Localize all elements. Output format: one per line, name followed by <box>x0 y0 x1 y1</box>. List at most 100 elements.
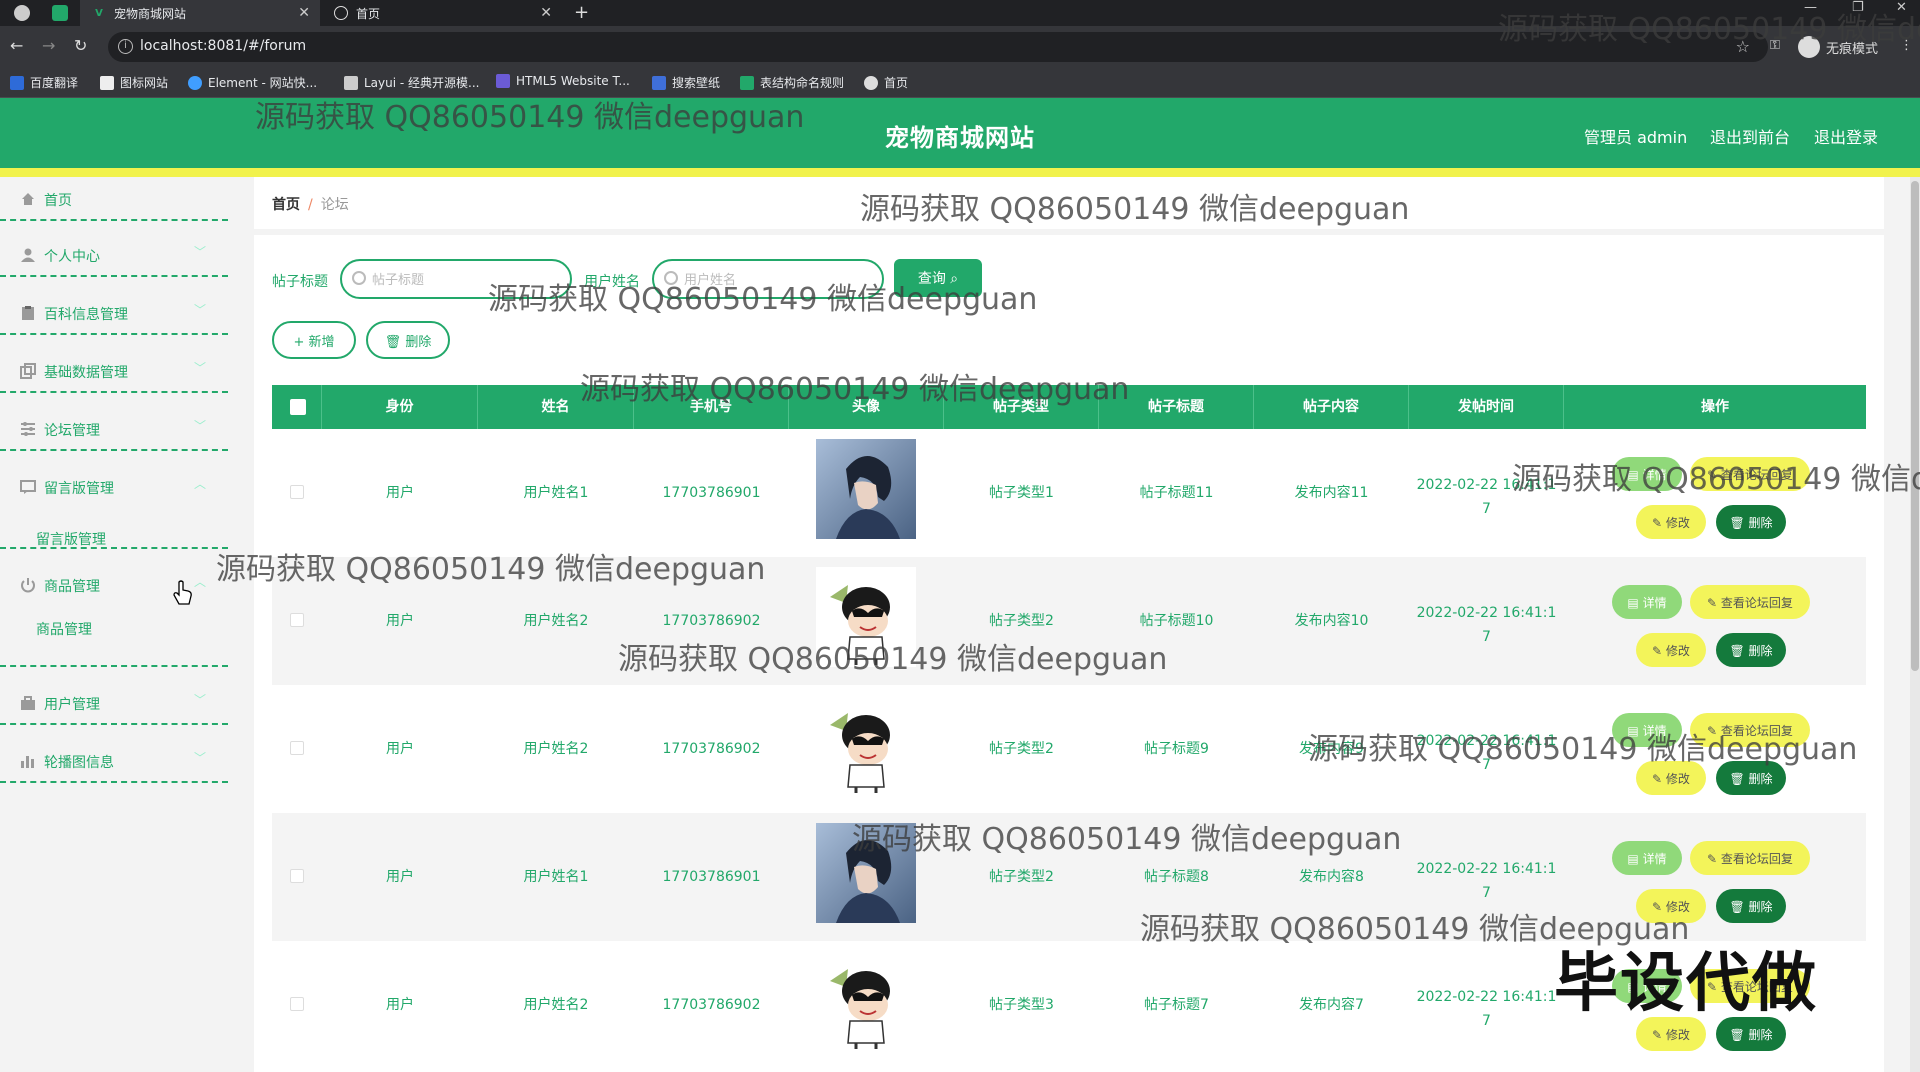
detail-button[interactable]: ▤ 详情 <box>1612 585 1682 619</box>
cell-phone: 17703786901 <box>662 485 761 501</box>
url-text[interactable]: localhost:8081/#/forum <box>140 38 306 54</box>
bookmark-element[interactable]: Element - 网站快... <box>188 74 317 91</box>
chevron-up-icon: ︿ <box>193 477 206 491</box>
bookmark-star-icon[interactable]: ☆ <box>1736 37 1750 56</box>
edit-button[interactable]: ✎ 修改 <box>1636 505 1706 539</box>
bookmark-wallpaper[interactable]: 搜索壁纸 <box>652 74 720 91</box>
sidebar-item-carousel[interactable]: 轮播图信息 ﹀ <box>0 739 228 783</box>
cell-post-title: 帖子标题10 <box>1139 613 1214 629</box>
bookmark-layui[interactable]: Layui - 经典开源模... <box>344 74 479 91</box>
forward-arrow-icon[interactable]: → <box>42 36 55 55</box>
add-button[interactable]: + 新增 <box>272 321 356 359</box>
view-replies-button[interactable]: ✎ 查看论坛回复 <box>1690 713 1810 747</box>
logout-link[interactable]: 退出登录 <box>1814 124 1878 148</box>
view-replies-button[interactable]: ✎ 查看论坛回复 <box>1690 457 1810 491</box>
key-icon[interactable]: ⚿ <box>1770 38 1780 53</box>
cell-post-content: 发布内容10 <box>1294 613 1369 629</box>
row-checkbox[interactable] <box>290 485 304 499</box>
info-icon[interactable]: i <box>118 39 133 54</box>
sidebar-item-users[interactable]: 用户管理 ﹀ <box>0 681 228 725</box>
row-checkbox[interactable] <box>290 997 304 1011</box>
delete-button[interactable]: 🗑 删除 <box>1716 633 1786 667</box>
header-post-content: 帖子内容 <box>1254 385 1409 429</box>
breadcrumb: 首页 / 论坛 <box>254 177 1884 229</box>
search-button[interactable]: 查询 ⌕ <box>894 259 982 297</box>
sidebar-item-forum[interactable]: 论坛管理 ﹀ <box>0 407 228 451</box>
sidebar-item-basic-data[interactable]: 基础数据管理 ﹀ <box>0 349 228 393</box>
user-name-input-wrap[interactable] <box>652 259 884 299</box>
delete-button[interactable]: 🗑 删除 <box>1716 889 1786 923</box>
bookmark-baidu-fanyi[interactable]: 百度翻译 <box>10 74 78 91</box>
detail-button[interactable]: ▤ 详情 <box>1612 457 1682 491</box>
submenu-products[interactable]: 商品管理 <box>36 619 92 639</box>
minimize-icon[interactable]: — <box>1804 0 1817 15</box>
close-icon[interactable]: ✕ <box>540 5 552 21</box>
restore-icon[interactable]: ❐ <box>1852 0 1864 15</box>
user-name-label: 用户姓名 <box>584 274 640 290</box>
edit-button[interactable]: ✎ 修改 <box>1636 633 1706 667</box>
post-time-line2: 7 <box>1482 885 1491 901</box>
post-title-input-wrap[interactable] <box>340 259 572 299</box>
bookmarks-bar: 百度翻译 图标网站 Element - 网站快... Layui - 经典开源模… <box>0 68 1920 98</box>
sidebar-item-message-board[interactable]: 留言版管理 ︿ <box>0 465 228 509</box>
breadcrumb-home[interactable]: 首页 <box>272 197 300 213</box>
post-time-line1: 2022-02-22 16:41:1 <box>1416 477 1557 493</box>
view-replies-button[interactable]: ✎ 查看论坛回复 <box>1690 585 1810 619</box>
post-title-label: 帖子标题 <box>272 274 328 290</box>
select-all-checkbox[interactable] <box>290 399 306 415</box>
row-checkbox[interactable] <box>290 741 304 755</box>
new-tab-plus-icon[interactable]: + <box>574 2 589 23</box>
page-scrollbar[interactable] <box>1910 177 1920 1072</box>
incognito-label[interactable]: 无痕模式 <box>1826 38 1878 57</box>
scrollbar-thumb[interactable] <box>1911 181 1919 671</box>
window-close-icon[interactable]: ✕ <box>1896 0 1907 15</box>
edit-icon: ✎ <box>1652 643 1666 658</box>
delete-button-label: 删除 <box>1748 515 1773 530</box>
bookmark-table-naming[interactable]: 表结构命名规则 <box>740 74 844 91</box>
chevron-down-icon: ﹀ <box>193 361 206 375</box>
user-name-input[interactable] <box>684 269 874 289</box>
sidebar-item-personal[interactable]: 个人中心 ﹀ <box>0 233 228 277</box>
view-replies-button[interactable]: ✎ 查看论坛回复 <box>1690 841 1810 875</box>
bookmark-icon-site[interactable]: 图标网站 <box>100 74 168 91</box>
edit-button[interactable]: ✎ 修改 <box>1636 761 1706 795</box>
edit-button[interactable]: ✎ 修改 <box>1636 889 1706 923</box>
url-bar[interactable]: i localhost:8081/#/forum ☆ <box>108 32 1768 62</box>
detail-button[interactable]: ▤ 详情 <box>1612 713 1682 747</box>
pinned-tab-icon[interactable] <box>52 5 68 21</box>
incognito-icon[interactable] <box>1798 36 1820 58</box>
detail-button-label: 详情 <box>1642 467 1667 482</box>
row-checkbox[interactable] <box>290 869 304 883</box>
cell-post-title: 帖子标题7 <box>1144 997 1209 1013</box>
breadcrumb-trail: 首页 / 论坛 <box>272 194 349 214</box>
copy-icon <box>20 363 36 379</box>
back-arrow-icon[interactable]: ← <box>10 36 23 55</box>
tab-home[interactable]: 首页 ✕ <box>322 0 562 26</box>
sidebar-item-label: 轮播图信息 <box>44 755 114 771</box>
delete-button[interactable]: 🗑 删除 <box>1716 505 1786 539</box>
reload-icon[interactable]: ↻ <box>74 36 87 55</box>
back-to-front-link[interactable]: 退出到前台 <box>1710 124 1790 148</box>
post-title-input[interactable] <box>372 269 562 289</box>
row-checkbox[interactable] <box>290 613 304 627</box>
close-icon[interactable]: ✕ <box>298 5 310 21</box>
submenu-message-board[interactable]: 留言版管理 <box>36 529 106 549</box>
edit-button-label: 修改 <box>1665 643 1690 658</box>
sidebar-item-encyclopedia[interactable]: 百科信息管理 ﹀ <box>0 291 228 335</box>
batch-delete-button[interactable]: 🗑 删除 <box>366 321 450 359</box>
bookmark-home[interactable]: 首页 <box>864 74 908 91</box>
bookmark-html5[interactable]: HTML5 Website T... <box>496 74 630 88</box>
more-vert-icon[interactable]: ⋮ <box>1900 38 1913 53</box>
app-header: 宠物商城网站 管理员 admin 退出到前台 退出登录 <box>0 98 1920 168</box>
table-row: 用户 用户姓名1 17703786901 帖子类型1 帖子标题11 发布内容11 2022-… <box>272 429 1866 557</box>
delete-button[interactable]: 🗑 删除 <box>1716 761 1786 795</box>
sidebar-item-home[interactable]: 首页 <box>0 177 228 221</box>
table-row: 用户 用户姓名2 17703786902 帖子类型2 帖子标题10 发布内容10 2022-… <box>272 557 1866 685</box>
detail-button-label: 详情 <box>1642 723 1667 738</box>
tab-pet-mall[interactable]: V 宠物商城网站 ✕ <box>80 0 320 26</box>
detail-button[interactable]: ▤ 详情 <box>1612 841 1682 875</box>
cell-post-type: 帖子类型2 <box>989 613 1054 629</box>
cell-post-content: 发布内容8 <box>1299 869 1364 885</box>
chrome-menu-icon[interactable] <box>14 5 30 21</box>
edit-icon: ✎ <box>1652 771 1666 786</box>
